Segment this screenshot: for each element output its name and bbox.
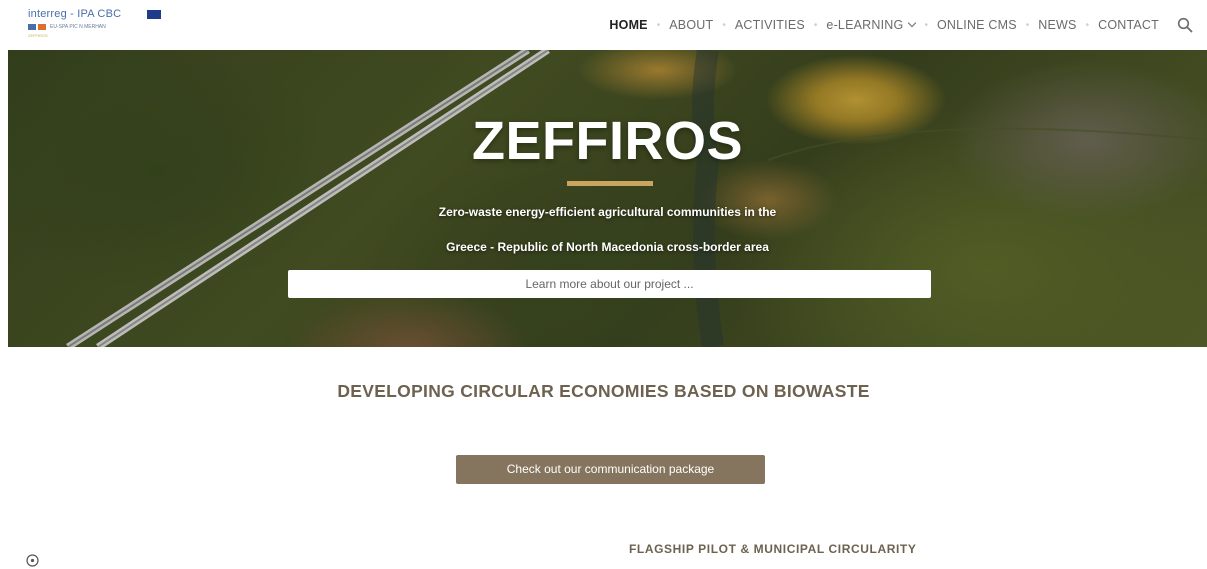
logo-subtitle: EU-SPA PIC N MERHAN <box>50 24 106 30</box>
hero-divider <box>567 181 653 186</box>
nav-item-about[interactable]: ABOUT <box>669 18 713 32</box>
nav-separator: • <box>813 19 818 31</box>
chevron-down-icon <box>908 18 917 28</box>
communication-package-button[interactable]: Check out our communication package <box>456 455 765 484</box>
learn-more-button[interactable]: Learn more about our project ... <box>288 270 931 298</box>
nav-separator: • <box>1085 19 1090 31</box>
nav-item-activities[interactable]: ACTIVITIES <box>735 18 805 32</box>
nav-item-contact[interactable]: CONTACT <box>1098 18 1159 32</box>
nav-separator: • <box>924 19 928 31</box>
site-header: interreg - IPA CBC EU-SPA PIC N MERHAN Z… <box>0 0 1207 50</box>
nav-item-news[interactable]: NEWS <box>1038 18 1076 32</box>
flagship-heading: FLAGSHIP PILOT & MUNICIPAL CIRCULARITY <box>629 542 917 556</box>
hero-subtitle-line1: Zero-waste energy-efficient agricultural… <box>438 205 777 219</box>
hero-overlay <box>8 50 1207 347</box>
section-title: DEVELOPING CIRCULAR ECONOMIES BASED ON B… <box>337 381 870 401</box>
nav-item-e-learning-label: e-LEARNING <box>826 18 904 32</box>
logo-tagline: ZEFFIROS <box>28 33 48 38</box>
nav-separator: • <box>722 19 726 31</box>
logo-square-orange <box>38 24 46 30</box>
nav-item-e-learning[interactable]: e-LEARNING <box>826 18 917 32</box>
hero-title: ZEFFIROS <box>472 111 743 171</box>
nav-item-home[interactable]: HOME <box>609 18 647 32</box>
main-nav: HOME • ABOUT • ACTIVITIES • e-LEARNING •… <box>609 16 1193 34</box>
nav-separator: • <box>656 19 661 31</box>
logo-square-blue <box>28 24 36 30</box>
info-icon[interactable] <box>26 554 39 567</box>
nav-separator: • <box>1025 19 1030 31</box>
interreg-logo[interactable]: interreg - IPA CBC EU-SPA PIC N MERHAN Z… <box>28 8 168 38</box>
hero-banner: ZEFFIROS Zero-waste energy-efficient agr… <box>8 50 1207 347</box>
logo-title: interreg - IPA CBC <box>28 8 122 20</box>
search-icon[interactable] <box>1177 17 1193 33</box>
hero-subtitle-line2: Greece - Republic of North Macedonia cro… <box>446 240 769 254</box>
eu-flag-icon <box>147 10 161 19</box>
nav-item-online-cms[interactable]: ONLINE CMS <box>937 18 1017 32</box>
